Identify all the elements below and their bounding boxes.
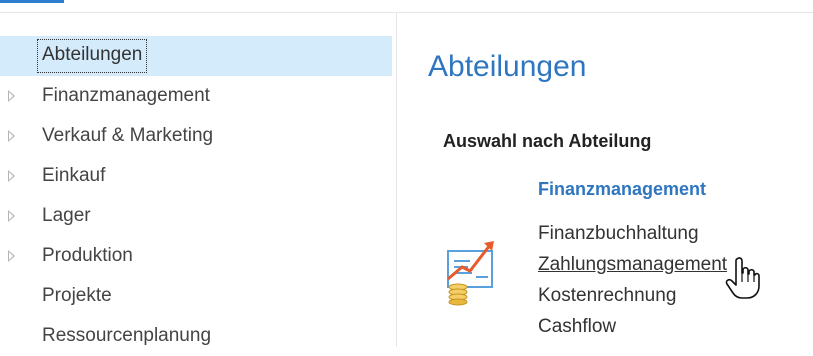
nav-item-produktion[interactable]: Produktion (0, 236, 392, 276)
nav-item-label: Verkauf & Marketing (42, 125, 214, 146)
expand-arrow-icon[interactable] (8, 170, 15, 182)
expand-arrow-icon[interactable] (8, 130, 15, 142)
expand-arrow-icon[interactable] (8, 210, 15, 222)
nav-item-label: Lager (42, 205, 91, 226)
page-title: Abteilungen (428, 50, 587, 83)
nav-item-label: Abteilungen (37, 39, 148, 73)
pane-divider (396, 13, 397, 347)
link-kostenrechnung[interactable]: Kostenrechnung (538, 280, 727, 311)
nav-item-label: Produktion (42, 245, 133, 266)
nav-item-label: Einkauf (42, 165, 106, 186)
navigation-tree: Abteilungen Finanzmanagement Verkauf & M… (0, 36, 392, 356)
link-finanzbuchhaltung[interactable]: Finanzbuchhaltung (538, 218, 727, 249)
hand-pointer-icon (725, 257, 760, 299)
nav-item-einkauf[interactable]: Einkauf (0, 156, 392, 196)
link-list: Finanzbuchhaltung Zahlungsmanagement Kos… (538, 218, 727, 342)
section-heading: Auswahl nach Abteilung (443, 131, 652, 151)
nav-item-label: Ressourcenplanung (42, 325, 212, 346)
link-cashflow[interactable]: Cashflow (538, 311, 727, 342)
finance-chart-icon (447, 241, 494, 306)
nav-item-ressourcenplanung[interactable]: Ressourcenplanung (0, 316, 392, 356)
expand-arrow-icon[interactable] (8, 250, 15, 262)
nav-item-label: Finanzmanagement (42, 85, 210, 106)
top-divider (0, 12, 813, 13)
nav-item-finanzmanagement[interactable]: Finanzmanagement (0, 76, 392, 116)
nav-item-label: Projekte (42, 285, 112, 306)
link-zahlungsmanagement[interactable]: Zahlungsmanagement (538, 249, 727, 280)
group-title-finanzmanagement[interactable]: Finanzmanagement (538, 179, 706, 200)
nav-item-verkauf-marketing[interactable]: Verkauf & Marketing (0, 116, 392, 156)
top-accent-bar (0, 0, 64, 3)
nav-item-projekte[interactable]: Projekte (0, 276, 392, 316)
nav-item-abteilungen[interactable]: Abteilungen (0, 36, 392, 76)
expand-arrow-icon[interactable] (8, 90, 15, 102)
nav-item-lager[interactable]: Lager (0, 196, 392, 236)
